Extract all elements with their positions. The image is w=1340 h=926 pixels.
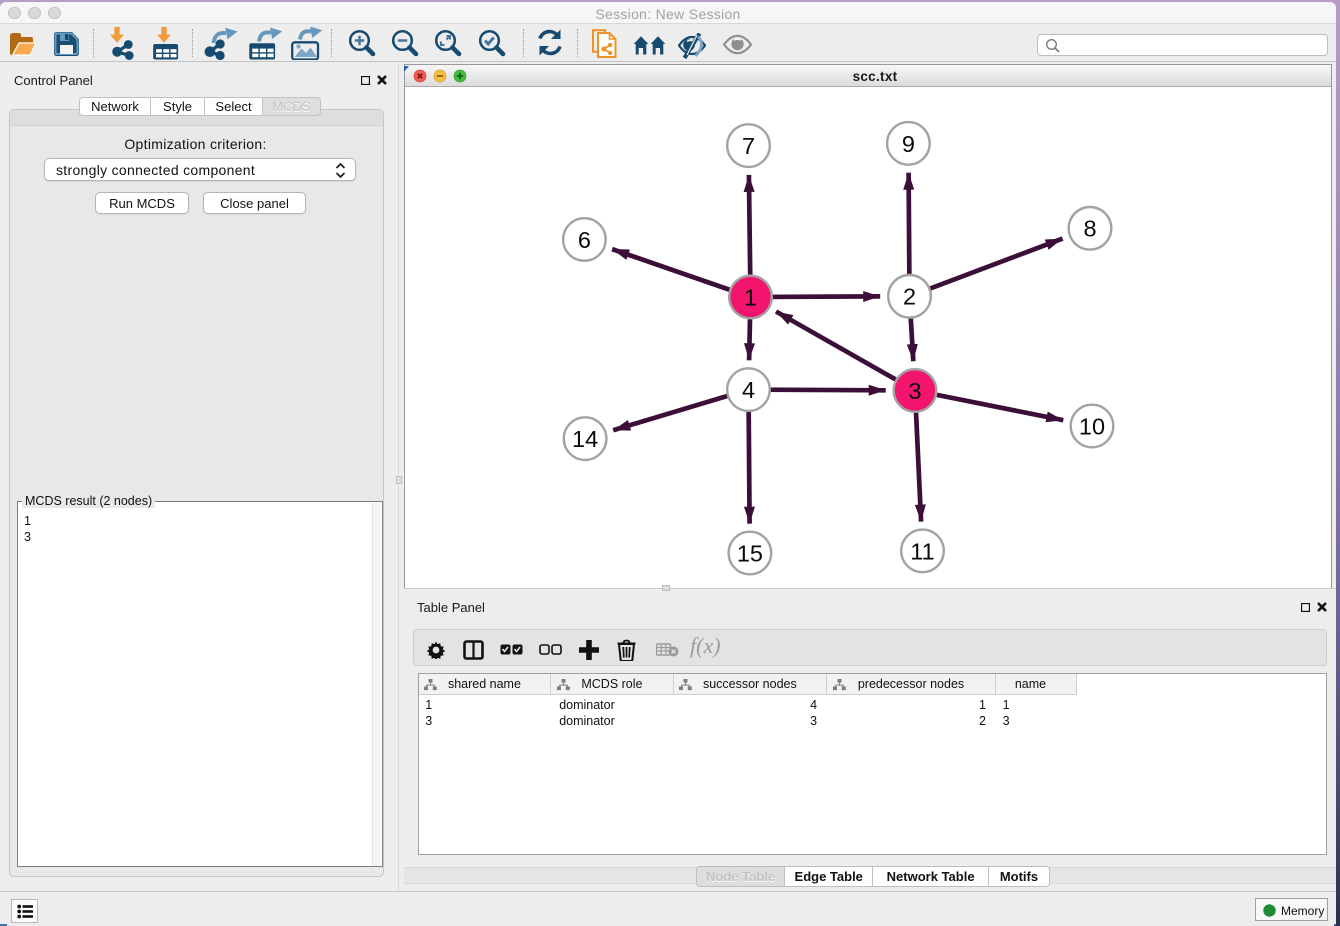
svg-text:1: 1 bbox=[744, 284, 757, 310]
svg-text:8: 8 bbox=[1083, 216, 1096, 242]
svg-text:9: 9 bbox=[902, 131, 915, 157]
svg-text:14: 14 bbox=[572, 426, 598, 452]
svg-text:4: 4 bbox=[742, 377, 755, 403]
svg-text:2: 2 bbox=[903, 284, 916, 310]
svg-text:3: 3 bbox=[908, 378, 921, 404]
svg-text:6: 6 bbox=[578, 227, 591, 253]
svg-text:7: 7 bbox=[742, 133, 755, 159]
svg-text:15: 15 bbox=[737, 540, 763, 566]
svg-text:11: 11 bbox=[910, 538, 934, 564]
svg-text:10: 10 bbox=[1079, 413, 1105, 439]
